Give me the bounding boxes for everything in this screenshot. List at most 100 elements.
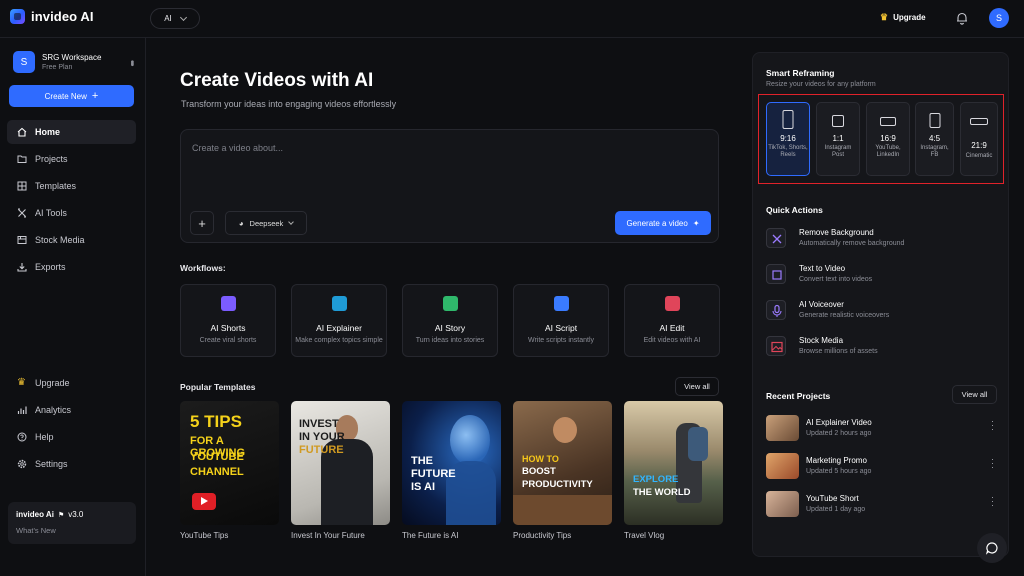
- landscape-frame-icon: [880, 117, 896, 126]
- plus-icon: +: [198, 215, 206, 231]
- quick-action-stock-media[interactable]: Stock Media Browse millions of assets: [766, 336, 996, 362]
- template-card-productivity[interactable]: HOW TO BOOST PRODUCTIVITY: [513, 401, 612, 525]
- template-label: The Future is AI: [402, 531, 459, 540]
- help-icon: [17, 432, 27, 442]
- sidebar-item-label: Upgrade: [35, 378, 70, 388]
- workflows-heading: Workflows:: [180, 263, 226, 273]
- microphone-icon: [766, 300, 786, 320]
- whats-new-label: What's New: [16, 526, 56, 535]
- sidebar-item-projects[interactable]: Projects: [7, 147, 136, 171]
- portrait-frame-icon: [929, 113, 940, 128]
- upgrade-button[interactable]: ♛ Upgrade: [880, 12, 926, 23]
- template-label: Productivity Tips: [513, 531, 572, 540]
- workflow-card-ai-explainer[interactable]: AI Explainer Make complex topics simple: [291, 284, 387, 357]
- sparkle-icon: ✦: [692, 218, 700, 228]
- ratio-option-4-5[interactable]: 4:5 Instagram, FB: [915, 102, 954, 176]
- workflow-card-ai-shorts[interactable]: AI Shorts Create viral shorts: [180, 284, 276, 357]
- ratio-option-16-9[interactable]: 16:9 YouTube, LinkedIn: [866, 102, 910, 176]
- more-options-icon[interactable]: · · ·: [991, 493, 994, 510]
- generate-video-button[interactable]: Generate a video ✦: [615, 211, 711, 235]
- more-options-icon[interactable]: · · ·: [991, 417, 994, 434]
- recent-project-row[interactable]: AI Explainer Video Updated 2 hours ago ·…: [766, 415, 998, 443]
- tools-icon: [18, 208, 26, 218]
- app-logo[interactable]: invideo AI: [10, 9, 94, 24]
- logo-text: invideo AI: [31, 9, 94, 24]
- workflow-card-ai-story[interactable]: AI Story Turn ideas into stories: [402, 284, 498, 357]
- sidebar-item-stock-media[interactable]: Stock Media: [7, 228, 136, 252]
- template-card-youtube-tips[interactable]: 5 TIPS FOR A GROWING YOUTUBE CHANNEL: [180, 401, 279, 525]
- create-new-button[interactable]: Create New +: [9, 85, 134, 107]
- sidebar-item-settings[interactable]: Settings: [7, 452, 136, 476]
- chat-support-button[interactable]: [977, 533, 1007, 563]
- grid-icon: [17, 181, 27, 191]
- ratio-value: 21:9: [971, 141, 987, 150]
- crown-icon: ♛: [880, 12, 889, 22]
- quick-action-title: AI Voiceover: [799, 300, 844, 309]
- ratio-option-9-16[interactable]: 9:16 TikTok, Shorts, Reels: [766, 102, 810, 176]
- whats-new-card[interactable]: invideo Ai ⚑ v3.0 What's New: [8, 502, 136, 544]
- template-overlay-line: IN YOUR: [299, 431, 345, 443]
- project-thumbnail: [766, 415, 799, 441]
- workspace-switcher[interactable]: S SRG Workspace Free Plan •••: [13, 49, 137, 75]
- project-thumbnail: [766, 491, 799, 517]
- template-overlay-line: CHANNEL: [190, 466, 244, 478]
- workspace-avatar: S: [13, 51, 35, 73]
- workspace-name: SRG Workspace: [42, 53, 102, 62]
- templates-view-all-button[interactable]: View all: [675, 377, 719, 396]
- sidebar-item-label: Settings: [35, 459, 68, 469]
- ratio-label: Instagram Post: [824, 145, 852, 159]
- sidebar-item-ai-tools[interactable]: AI Tools: [7, 201, 136, 225]
- prompt-input[interactable]: Create a video about...: [192, 143, 283, 153]
- workflow-card-ai-edit[interactable]: AI Edit Edit videos with AI: [624, 284, 720, 357]
- workflow-card-ai-script[interactable]: AI Script Write scripts instantly: [513, 284, 609, 357]
- more-options-icon[interactable]: •••: [126, 60, 137, 65]
- sidebar-item-analytics[interactable]: Analytics: [7, 398, 136, 422]
- template-overlay-line: BOOST: [522, 466, 556, 477]
- youtube-play-icon: [192, 493, 216, 510]
- sidebar-item-label: AI Tools: [35, 208, 67, 218]
- template-card-invest[interactable]: INVEST IN YOUR FUTURE: [291, 401, 390, 525]
- logo-icon: [10, 9, 25, 24]
- project-title: Marketing Promo: [806, 456, 867, 465]
- user-avatar[interactable]: S: [989, 8, 1009, 28]
- add-attachment-button[interactable]: +: [190, 211, 214, 235]
- ratio-option-1-1[interactable]: 1:1 Instagram Post: [816, 102, 860, 176]
- recent-project-row[interactable]: YouTube Short Updated 1 day ago · · ·: [766, 491, 998, 519]
- right-panel: Smart Reframing Resize your videos for a…: [752, 52, 1009, 557]
- workflow-subtitle: Write scripts instantly: [528, 337, 594, 344]
- ratio-label: Instagram, FB: [920, 145, 949, 159]
- model-selector-label: AI: [164, 14, 172, 23]
- ratio-label: YouTube, LinkedIn: [875, 145, 901, 159]
- ratio-option-21-9[interactable]: 21:9 Cinematic: [960, 102, 998, 176]
- quick-action-ai-voiceover[interactable]: AI Voiceover Generate realistic voiceove…: [766, 300, 996, 326]
- model-dropdown[interactable]: ◕ Deepseek: [225, 211, 307, 235]
- sidebar-item-exports[interactable]: Exports: [7, 255, 136, 279]
- quick-action-text-to-video[interactable]: Text to Video Convert text into videos: [766, 264, 996, 290]
- model-selector[interactable]: AI: [150, 8, 200, 29]
- smart-reframing-subtitle: Resize your videos for any platform: [766, 81, 876, 88]
- quick-action-subtitle: Generate realistic voiceovers: [799, 312, 890, 319]
- sidebar-item-label: Help: [35, 432, 54, 442]
- sidebar-item-help[interactable]: Help: [7, 425, 136, 449]
- prompt-box[interactable]: Create a video about... + ◕ Deepseek Gen…: [180, 129, 719, 243]
- template-overlay-line: THE WORLD: [633, 487, 691, 498]
- sidebar-item-label: Analytics: [35, 405, 72, 415]
- bell-icon[interactable]: [955, 11, 969, 25]
- project-title: YouTube Short: [806, 494, 859, 503]
- recent-project-row[interactable]: Marketing Promo Updated 5 hours ago · · ·: [766, 453, 998, 481]
- sidebar-item-upgrade[interactable]: ♛ Upgrade: [7, 371, 136, 395]
- sidebar-item-templates[interactable]: Templates: [7, 174, 136, 198]
- sidebar-item-home[interactable]: Home: [7, 120, 136, 144]
- recent-projects-view-all-button[interactable]: View all: [952, 385, 997, 404]
- create-new-label: Create New: [44, 91, 87, 101]
- template-card-future-ai[interactable]: THE FUTURE IS AI: [402, 401, 501, 525]
- more-options-icon[interactable]: · · ·: [991, 455, 994, 472]
- plus-icon: +: [91, 90, 99, 102]
- popular-templates-heading: Popular Templates: [180, 382, 256, 392]
- template-overlay-line: THE: [411, 455, 433, 467]
- template-card-travel[interactable]: EXPLORE THE WORLD: [624, 401, 723, 525]
- sidebar-item-label: Exports: [35, 262, 66, 272]
- workflow-title: AI Script: [544, 323, 578, 333]
- quick-action-remove-background[interactable]: Remove Background Automatically remove b…: [766, 228, 996, 254]
- portrait-frame-icon: [782, 110, 794, 129]
